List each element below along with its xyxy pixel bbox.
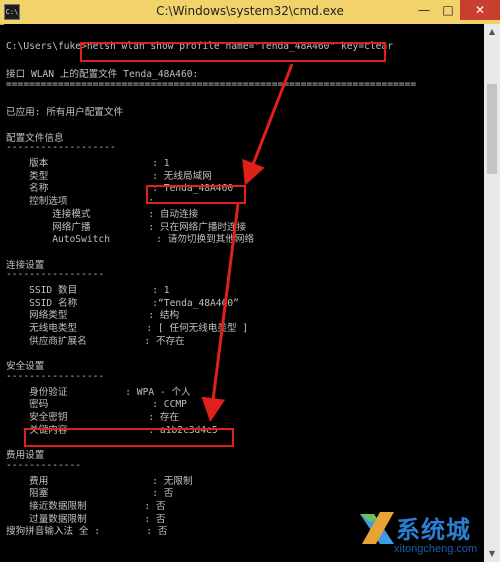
close-button[interactable]: ✕ — [460, 0, 500, 20]
scroll-up-icon[interactable]: ▲ — [484, 24, 500, 40]
logo-x-icon — [360, 512, 394, 544]
console-line: ------------------- — [6, 142, 116, 154]
console-line: 搜狗拼音输入法 全 : : 否 — [6, 526, 168, 538]
profile-name-highlight-box — [146, 185, 246, 204]
console-line: AutoSwitch : 请勿切换到其他网络 — [6, 234, 255, 246]
console-line: ------------- — [6, 459, 82, 471]
console-line: ----------------- — [6, 269, 105, 281]
title-bar[interactable]: C:\ C:\Windows\system32\cmd.exe — □ ✕ — [0, 0, 500, 25]
logo-url: xitongcheng.com — [394, 543, 478, 555]
site-logo: 系统城 xitongcheng.com — [356, 508, 496, 560]
command-highlight-box — [80, 42, 386, 62]
scroll-thumb[interactable] — [487, 84, 497, 174]
key-content-highlight-box — [24, 428, 234, 447]
console-output[interactable]: C:\Users\fuke>netsh wlan show profile na… — [4, 24, 484, 562]
console-line: 供应商扩展名 : 不存在 — [6, 335, 185, 347]
console-line: 已应用: 所有用户配置文件 — [6, 107, 124, 119]
vertical-scrollbar[interactable]: ▲ ▼ — [484, 24, 500, 562]
console-line: ========================================… — [6, 78, 417, 90]
cmd-window: C:\ C:\Windows\system32\cmd.exe — □ ✕ C:… — [0, 0, 500, 562]
console-line: ----------------- — [6, 370, 105, 382]
logo-name: 系统城 — [396, 516, 471, 544]
minimize-button[interactable]: — — [412, 0, 436, 20]
maximize-button[interactable]: □ — [436, 0, 460, 20]
